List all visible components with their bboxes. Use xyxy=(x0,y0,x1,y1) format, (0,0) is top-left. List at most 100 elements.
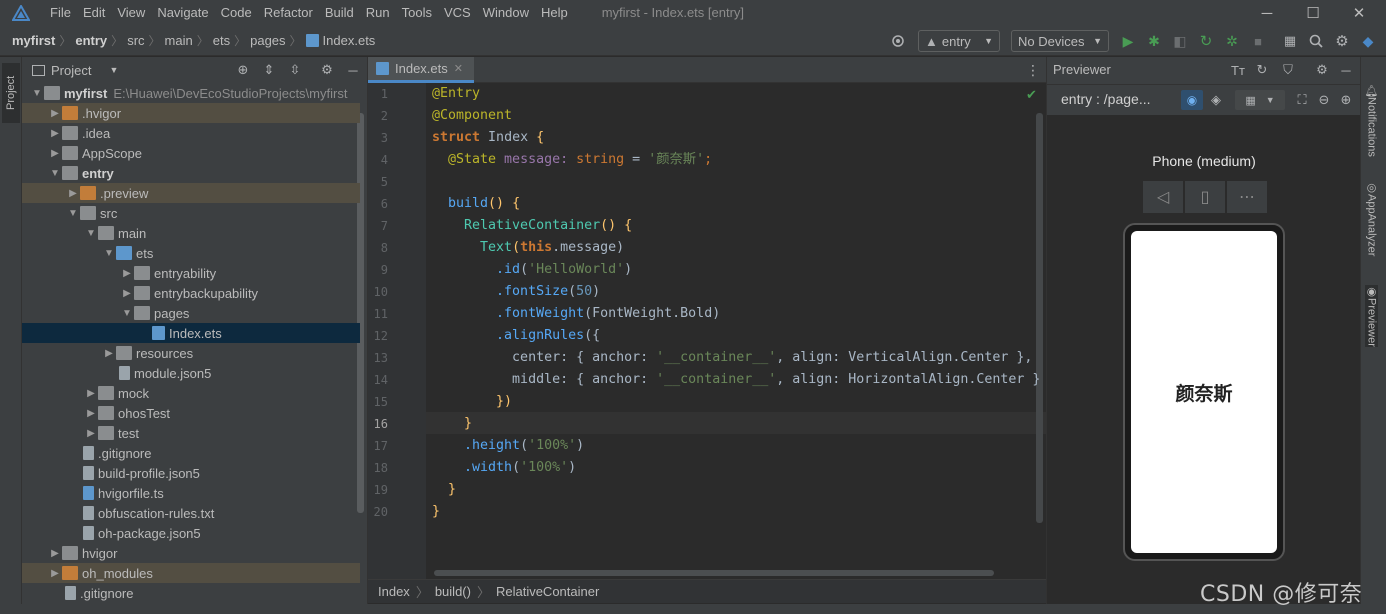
menu-file[interactable]: File xyxy=(44,0,77,26)
more-button[interactable]: ⋯ xyxy=(1227,181,1267,213)
deveco-assistant-icon[interactable]: ◆ xyxy=(1358,31,1378,51)
tree-item-build-profile[interactable]: build-profile.json5 xyxy=(22,463,360,483)
menu-build[interactable]: Build xyxy=(319,0,360,26)
menu-view[interactable]: View xyxy=(111,0,151,26)
menu-tools[interactable]: Tools xyxy=(396,0,438,26)
menu-code[interactable]: Code xyxy=(215,0,258,26)
back-button[interactable]: ◁ xyxy=(1143,181,1183,213)
fit-screen-icon[interactable]: ⛶ xyxy=(1293,91,1311,109)
menu-edit[interactable]: Edit xyxy=(77,0,111,26)
menu-run[interactable]: Run xyxy=(360,0,396,26)
project-tool-tab[interactable]: Project xyxy=(2,63,20,123)
breadcrumb-project[interactable]: myfirst xyxy=(12,33,55,48)
previewer-tool-tab[interactable]: ◉ Previewer xyxy=(1365,285,1378,347)
tree-item-test[interactable]: ▶ test xyxy=(22,423,360,443)
tree-item-oh-package[interactable]: oh-package.json5 xyxy=(22,523,360,543)
tab-index-ets[interactable]: Index.ets ✕ xyxy=(368,57,474,83)
gear-icon[interactable]: ⚙ xyxy=(318,61,336,79)
debug-icon[interactable]: ✱ xyxy=(1144,31,1164,51)
code-line[interactable]: } xyxy=(432,501,440,523)
tree-item-index-ets[interactable]: Index.ets xyxy=(22,323,360,343)
chevron-down-icon[interactable]: ▼ xyxy=(109,65,118,75)
close-window-button[interactable]: ✕ xyxy=(1336,0,1382,26)
menu-help[interactable]: Help xyxy=(535,0,574,26)
device-manager-icon[interactable]: ▦ xyxy=(1280,31,1300,51)
tree-item-ets[interactable]: ▼ ets xyxy=(22,243,360,263)
editor-crumb-index[interactable]: Index xyxy=(378,584,410,599)
tree-item-gitignore[interactable]: .gitignore xyxy=(22,443,360,463)
profiler-icon[interactable]: ✲ xyxy=(1222,31,1242,51)
breadcrumb-module[interactable]: entry xyxy=(75,33,107,48)
code-line[interactable]: middle: { anchor: '__container__', align… xyxy=(432,369,1040,391)
search-icon[interactable] xyxy=(1306,31,1326,51)
attach-debugger-icon[interactable]: ◧ xyxy=(1170,31,1190,51)
module-select[interactable]: ▲ entry ▼ xyxy=(918,30,1000,52)
page-select[interactable]: entry : /page... xyxy=(1061,91,1151,107)
code-line[interactable]: } xyxy=(432,479,456,501)
tree-item-entrybackupability[interactable]: ▶ entrybackupability xyxy=(22,283,360,303)
tree-item-obfuscation-rules[interactable]: obfuscation-rules.txt xyxy=(22,503,360,523)
code-line[interactable]: @Entry xyxy=(432,83,480,105)
project-view-title[interactable]: Project xyxy=(51,63,91,78)
menu-vcs[interactable]: VCS xyxy=(438,0,477,26)
locate-icon[interactable]: ⊕ xyxy=(234,61,252,79)
minimize-button[interactable]: ─ xyxy=(1244,0,1290,26)
code-line[interactable]: .alignRules({ xyxy=(432,325,600,347)
tree-item-resources[interactable]: ▶ resources xyxy=(22,343,360,363)
code-line[interactable]: RelativeContainer() { xyxy=(432,215,632,237)
inspector-icon[interactable]: ⛉ xyxy=(1279,61,1297,79)
code-line[interactable]: .id('HelloWorld') xyxy=(432,259,632,281)
phone-screen[interactable]: 颜奈斯 xyxy=(1131,231,1277,553)
rotate-button[interactable]: ▯ xyxy=(1185,181,1225,213)
menu-refactor[interactable]: Refactor xyxy=(258,0,319,26)
breadcrumb-file[interactable]: Index.ets xyxy=(323,33,376,48)
code-line[interactable]: Text(this.message) xyxy=(432,237,624,259)
breadcrumb-main[interactable]: main xyxy=(165,33,193,48)
hide-panel-icon[interactable]: ─ xyxy=(344,61,362,79)
zoom-out-icon[interactable]: ⊖ xyxy=(1315,91,1333,109)
editor-crumb-build[interactable]: build() xyxy=(435,584,471,599)
layers-icon[interactable]: ◈ xyxy=(1207,91,1225,109)
collapse-all-icon[interactable]: ⇳ xyxy=(286,61,304,79)
gear-icon[interactable]: ⚙ xyxy=(1332,31,1352,51)
apply-changes-icon[interactable]: ↻ xyxy=(1196,31,1216,51)
tree-item-main[interactable]: ▼ main xyxy=(22,223,360,243)
more-tabs-icon[interactable]: ⋮ xyxy=(1026,62,1040,79)
code-line[interactable]: struct Index { xyxy=(432,127,544,149)
run-icon[interactable]: ▶ xyxy=(1118,31,1138,51)
tree-item-src[interactable]: ▼ src xyxy=(22,203,360,223)
code-line[interactable]: @State message: string = '颜奈斯'; xyxy=(432,149,712,171)
tree-item-myfirst[interactable]: ▼ myfirst E:\Huawei\DevEcoStudioProjects… xyxy=(22,83,360,103)
expand-all-icon[interactable]: ⇕ xyxy=(260,61,278,79)
tree-item-module-json5[interactable]: module.json5 xyxy=(22,363,360,383)
editor-crumb-relativecontainer[interactable]: RelativeContainer xyxy=(496,584,599,599)
tree-item-entry[interactable]: ▼ entry xyxy=(22,163,360,183)
breadcrumb-pages[interactable]: pages xyxy=(250,33,285,48)
tree-item-ohostest[interactable]: ▶ ohosTest xyxy=(22,403,360,423)
tree-item-preview[interactable]: ▶ .preview xyxy=(22,183,360,203)
tree-item-hvigorfile[interactable]: hvigorfile.ts xyxy=(22,483,360,503)
refresh-icon[interactable]: ↻ xyxy=(1253,61,1271,79)
breadcrumb-ets[interactable]: ets xyxy=(213,33,230,48)
menu-window[interactable]: Window xyxy=(477,0,535,26)
tree-item-hvigor[interactable]: ▶ hvigor xyxy=(22,543,360,563)
close-tab-icon[interactable]: ✕ xyxy=(454,62,463,75)
device-select[interactable]: No Devices ▼ xyxy=(1011,30,1109,52)
appanalyzer-tool-tab[interactable]: ◎ AppAnalyzer xyxy=(1365,181,1378,256)
code-line[interactable]: .fontWeight(FontWeight.Bold) xyxy=(432,303,720,325)
hide-panel-icon[interactable]: ─ xyxy=(1337,61,1355,79)
tree-item-entryability[interactable]: ▶ entryability xyxy=(22,263,360,283)
multi-device-select[interactable]: ▦ ▼ xyxy=(1235,90,1285,110)
breadcrumb-src[interactable]: src xyxy=(127,33,144,48)
gear-icon[interactable]: ⚙ xyxy=(1313,61,1331,79)
tree-item-pages[interactable]: ▼ pages xyxy=(22,303,360,323)
zoom-in-icon[interactable]: ⊕ xyxy=(1337,91,1355,109)
tree-item-mock[interactable]: ▶ mock xyxy=(22,383,360,403)
target-icon[interactable] xyxy=(888,31,908,51)
notifications-tool-tab[interactable]: 🔔︎ Notifications xyxy=(1365,83,1378,157)
code-line[interactable]: } xyxy=(432,413,472,435)
tree-item-oh-modules[interactable]: ▶ oh_modules xyxy=(22,563,360,583)
editor-horizontal-scrollbar[interactable] xyxy=(434,570,994,576)
code-line[interactable]: build() { xyxy=(432,193,520,215)
inspector-mode-icon[interactable]: ◉ xyxy=(1181,90,1203,110)
